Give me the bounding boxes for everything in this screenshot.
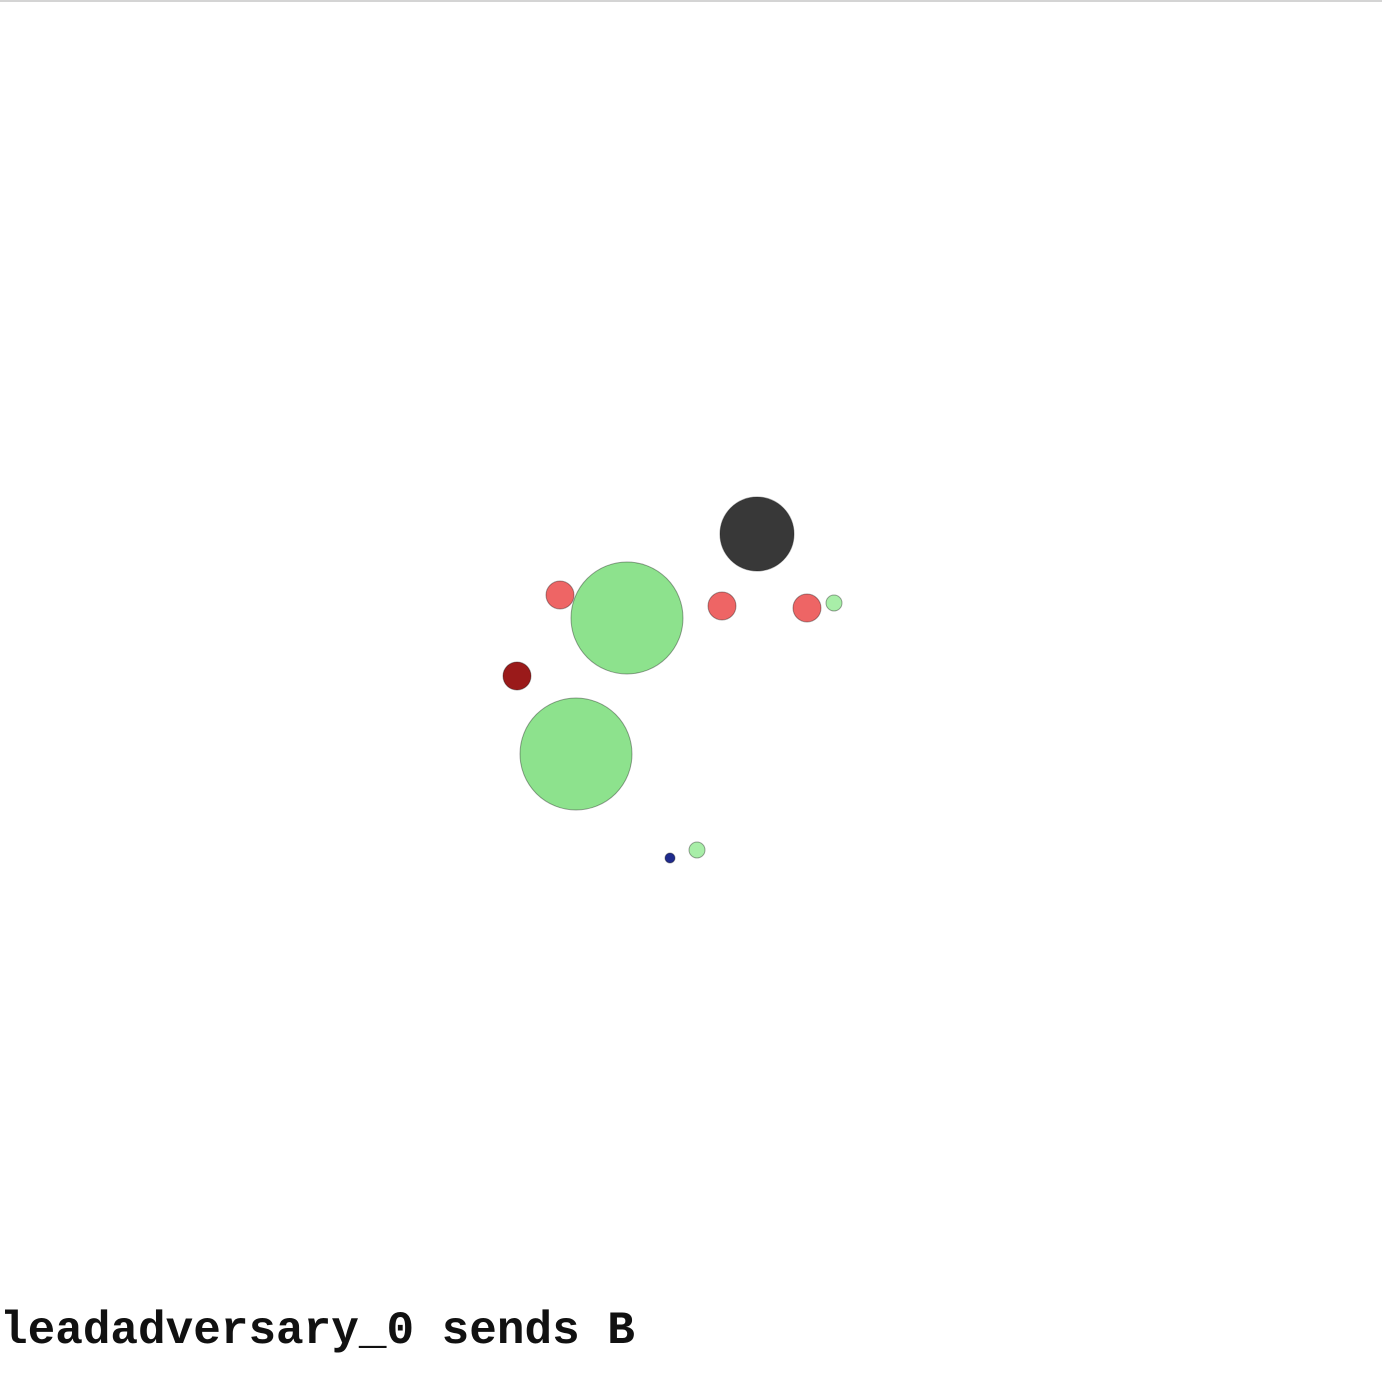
food-1 [825,594,843,612]
food-2 [688,841,706,859]
adversary-3 [792,593,822,623]
obstacle [719,496,795,572]
forest-1 [570,561,684,675]
adversary-2 [707,591,737,621]
forest-2 [519,697,633,811]
lead-adversary [502,661,532,691]
message-text: leadadversary_0 sends B [0,1305,635,1357]
simulation-canvas [502,496,843,864]
adversary-1 [545,580,575,610]
good-agent [664,852,676,864]
